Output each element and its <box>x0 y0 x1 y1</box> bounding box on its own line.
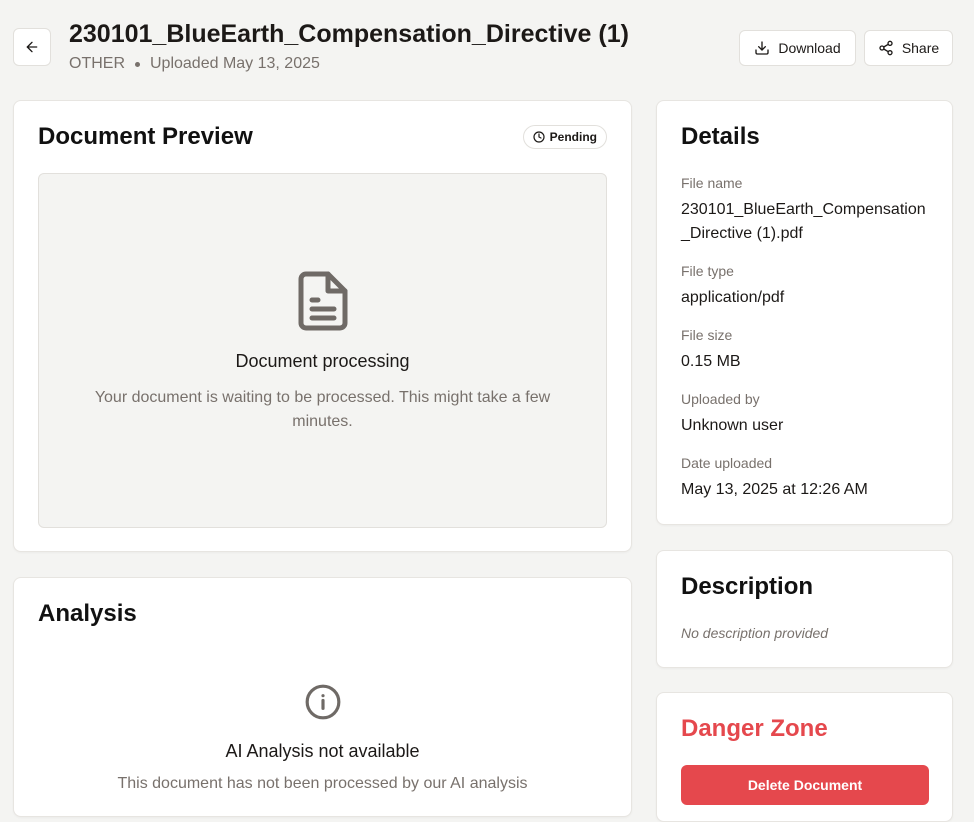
clock-icon <box>533 131 545 143</box>
status-badge: Pending <box>522 125 607 149</box>
separator-dot <box>135 61 140 67</box>
download-button[interactable]: Download <box>739 30 856 66</box>
date-uploaded-value: May 13, 2025 at 12:26 AM <box>681 481 868 498</box>
back-button[interactable] <box>13 28 51 66</box>
danger-zone-card: Danger Zone Delete Document <box>656 692 953 822</box>
preview-area: Document processing Your document is wai… <box>38 173 607 528</box>
share-label: Share <box>901 40 940 56</box>
uploaded-date-label: Uploaded May 13, 2025 <box>150 55 320 72</box>
danger-zone-title: Danger Zone <box>681 715 828 742</box>
uploaded-by-value: Unknown user <box>681 417 784 434</box>
analysis-card: Analysis AI Analysis not available This … <box>13 577 632 817</box>
file-size-label: File size <box>681 327 733 343</box>
description-text: No description provided <box>681 625 829 641</box>
processing-text: Your document is waiting to be processed… <box>94 389 551 430</box>
download-icon <box>755 41 770 55</box>
file-type-value: application/pdf <box>681 289 785 306</box>
download-label: Download <box>778 40 841 56</box>
ai-unavailable-title: AI Analysis not available <box>225 741 420 761</box>
details-title: Details <box>681 123 760 150</box>
file-name-label: File name <box>681 175 743 191</box>
share-button[interactable]: Share <box>864 30 953 66</box>
document-preview-title: Document Preview <box>38 123 253 150</box>
description-title: Description <box>681 573 814 600</box>
page-subtitle: OTHER Uploaded May 13, 2025 <box>69 55 320 73</box>
uploaded-by-label: Uploaded by <box>681 391 760 407</box>
file-name-value: 230101_BlueEarth_Compensation_Directive … <box>681 201 926 242</box>
analysis-title: Analysis <box>38 600 137 627</box>
processing-title: Document processing <box>235 351 410 371</box>
category-label: OTHER <box>69 55 125 72</box>
ai-unavailable-text: This document has not been processed by … <box>117 775 528 792</box>
page-title: 230101_BlueEarth_Compensation_Directive … <box>69 20 629 48</box>
date-uploaded-label: Date uploaded <box>681 455 773 471</box>
file-size-value: 0.15 MB <box>681 353 741 370</box>
delete-document-button[interactable]: Delete Document <box>681 765 929 805</box>
arrow-left-icon <box>26 41 38 53</box>
description-card: Description No description provided <box>656 550 953 668</box>
status-label: Pending <box>549 130 597 144</box>
details-card: Details File name 230101_BlueEarth_Compe… <box>656 100 953 525</box>
document-preview-card: Document Preview Pending Document proces… <box>13 100 632 552</box>
file-text-icon <box>298 271 348 331</box>
info-icon <box>305 684 341 720</box>
file-type-label: File type <box>681 263 734 279</box>
share-icon <box>879 40 893 56</box>
